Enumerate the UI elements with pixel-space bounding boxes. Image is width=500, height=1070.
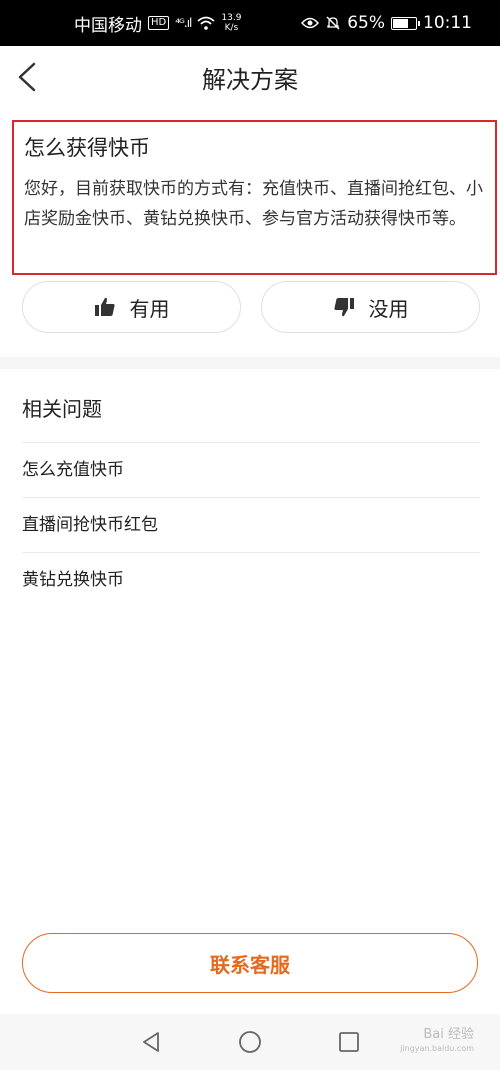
carrier-name: 中国移动	[74, 15, 142, 36]
status-bar: 中国移动 HD ⁴ᴳ.ıl 13.9 K/s 65% 10:11	[0, 0, 500, 46]
useless-button[interactable]: 没用	[261, 281, 480, 333]
page-title: 解决方案	[202, 65, 298, 94]
thumbs-up-icon	[94, 297, 115, 316]
related-title: 相关问题	[22, 397, 102, 421]
hd-badge: HD	[148, 16, 170, 30]
thumbs-down-icon	[333, 298, 354, 317]
useful-button[interactable]: 有用	[22, 281, 241, 333]
related-list: 怎么充值快币 直播间抢快币红包 黄钻兑换快币	[0, 442, 500, 607]
back-triangle-icon[interactable]	[139, 1030, 163, 1054]
wifi-icon	[197, 16, 215, 30]
speed-value: 13.9	[221, 13, 242, 23]
network-speed: 13.9 K/s	[221, 13, 241, 33]
solution-title: 怎么获得快币	[24, 136, 150, 160]
recents-square-icon[interactable]	[337, 1030, 361, 1054]
battery-icon	[391, 16, 420, 30]
useless-label: 没用	[368, 296, 409, 321]
nav-bar: 解决方案	[0, 46, 500, 108]
eye-icon	[301, 17, 320, 29]
status-right: 65% 10:11	[301, 13, 472, 33]
home-circle-icon[interactable]	[238, 1030, 262, 1054]
related-item[interactable]: 直播间抢快币红包	[22, 497, 480, 552]
feedback-row: 有用 没用	[22, 281, 480, 333]
section-divider	[0, 357, 500, 369]
system-nav-bar: Bai 经验 jingyan.baidu.com	[0, 1014, 500, 1070]
speed-unit: K/s	[224, 23, 239, 33]
status-left: 中国移动 HD ⁴ᴳ.ıl 13.9 K/s	[74, 11, 241, 36]
contact-service-button[interactable]: 联系客服	[22, 933, 478, 993]
clock: 10:11	[423, 13, 472, 33]
battery-percent: 65%	[347, 13, 385, 33]
related-item[interactable]: 黄钻兑换快币	[22, 552, 480, 607]
useful-label: 有用	[129, 296, 170, 321]
back-arrow-icon[interactable]	[14, 60, 44, 94]
related-item[interactable]: 怎么充值快币	[22, 442, 480, 497]
watermark: Bai 经验 jingyan.baidu.com	[400, 1028, 474, 1056]
solution-card: 怎么获得快币 您好，目前获取快币的方式有：充值快币、直播间抢红包、小店奖励金快币…	[12, 120, 497, 275]
watermark-main: Bai 经验	[423, 1027, 474, 1042]
signal-icon: ⁴ᴳ.ıl	[175, 16, 192, 30]
bell-muted-icon	[326, 16, 340, 30]
solution-body: 您好，目前获取快币的方式有：充值快币、直播间抢红包、小店奖励金快币、黄钻兑换快币…	[24, 179, 483, 229]
watermark-sub: jingyan.baidu.com	[400, 1044, 474, 1053]
